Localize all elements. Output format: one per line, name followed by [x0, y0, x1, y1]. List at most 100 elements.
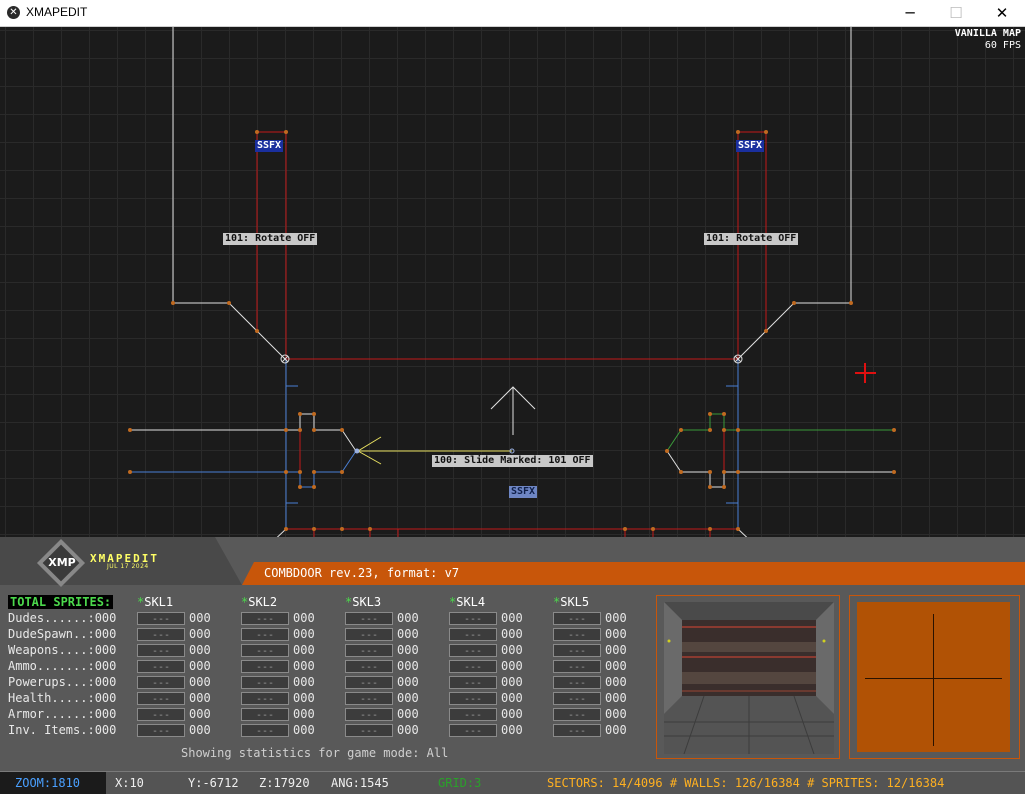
skill-count-value: 000 [501, 659, 523, 673]
sprite-point-left [354, 448, 360, 454]
skill-header-4: *SKL4 [449, 595, 486, 609]
ssfx-sprite-label-center[interactable]: SSFX [509, 486, 538, 498]
skill-count-value: 000 [397, 659, 419, 673]
cursor-crosshair-icon [855, 363, 876, 383]
skill-count-value: 000 [605, 643, 627, 657]
skill-count-box: --- [553, 724, 601, 737]
sector-tag-label-left[interactable]: 101: Rotate OFF [223, 233, 318, 245]
sector-tag-label-right[interactable]: 101: Rotate OFF [704, 233, 799, 245]
wall-red-right-column [737, 131, 767, 359]
skill-count-value: 000 [397, 643, 419, 657]
wall-right-door-white [666, 450, 894, 488]
skill-count-value: 000 [189, 707, 211, 721]
skill-count-value: 000 [293, 627, 315, 641]
skill-count-value: 000 [501, 643, 523, 657]
skill-count-box: --- [345, 708, 393, 721]
stat-row-label: Armor......:000 [8, 707, 117, 721]
skill-count-box: --- [241, 708, 289, 721]
skill-count-box: --- [449, 612, 497, 625]
close-button[interactable]: ✕ [979, 0, 1025, 26]
stats-title: TOTAL SPRITES: [8, 595, 114, 609]
skill-count-box: --- [553, 660, 601, 673]
skill-count-value: 000 [605, 611, 627, 625]
skill-count-value: 000 [605, 691, 627, 705]
skill-count-box: --- [241, 644, 289, 657]
skill-count-box: --- [241, 676, 289, 689]
logo-date: JUL 17 2024 [107, 563, 149, 570]
stat-row-label: Inv. Items.:000 [8, 723, 117, 737]
view3d-preview[interactable] [664, 602, 834, 754]
x-readout: X:10 [115, 776, 144, 790]
skill-count-value: 000 [605, 675, 627, 689]
minimap-crosshair-v [933, 614, 934, 746]
skill-count-box: --- [345, 628, 393, 641]
skill-count-value: 000 [189, 659, 211, 673]
skill-count-value: 000 [293, 611, 315, 625]
skill-count-box: --- [449, 660, 497, 673]
map-info-bar: COMBDOOR rev.23, format: v7 [242, 562, 1025, 585]
skill-count-box: --- [553, 644, 601, 657]
skill-count-box: --- [449, 724, 497, 737]
skill-count-box: --- [241, 660, 289, 673]
skill-count-box: --- [345, 692, 393, 705]
game-mode-info: Showing statistics for game mode: All [181, 746, 449, 760]
skill-count-value: 000 [293, 691, 315, 705]
stat-row-label: Powerups...:000 [8, 675, 117, 689]
map-geometry[interactable] [0, 27, 1025, 563]
skill-count-box: --- [137, 660, 185, 673]
map-2d-view[interactable]: VANILLA MAP 60 FPS SSFX SSFX 101: Rotate… [0, 27, 1025, 563]
skill-count-value: 000 [605, 723, 627, 737]
wall-outer-left [172, 27, 286, 360]
skill-count-box: --- [553, 692, 601, 705]
skill-header-3: *SKL3 [345, 595, 382, 609]
wall-outer-right [737, 27, 852, 360]
stat-row-label: DudeSpawn..:000 [8, 627, 117, 641]
maximize-button[interactable]: ☐ [933, 0, 979, 26]
skill-header-2: *SKL2 [241, 595, 278, 609]
skill-count-value: 000 [501, 611, 523, 625]
logo-text: XMP [48, 556, 76, 569]
y-readout: Y:-6712 [188, 776, 239, 790]
stat-row-label: Weapons....:000 [8, 643, 117, 657]
skill-count-box: --- [137, 692, 185, 705]
skill-count-box: --- [553, 708, 601, 721]
fps-counter: 60 FPS [984, 40, 1021, 51]
wall-left-door-white [130, 413, 357, 452]
stat-row-label: Ammo.......:000 [8, 659, 117, 673]
skill-count-box: --- [345, 676, 393, 689]
skill-count-box: --- [345, 612, 393, 625]
wall-red-left-column [256, 131, 287, 359]
angle-readout: ANG:1545 [331, 776, 389, 790]
ssfx-sprite-label-right[interactable]: SSFX [736, 140, 765, 152]
stat-row-label: Health.....:000 [8, 691, 117, 705]
skill-count-box: --- [241, 628, 289, 641]
stat-row-label: Dudes......:000 [8, 611, 117, 625]
z-readout: Z:17920 [259, 776, 310, 790]
skill-count-box: --- [137, 644, 185, 657]
wall-left-door-blue [130, 450, 357, 488]
zoom-readout: ZOOM:1810 [0, 772, 106, 794]
skill-count-value: 000 [605, 627, 627, 641]
skill-count-box: --- [345, 644, 393, 657]
map-counts: SECTORS: 14/4096 # WALLS: 126/16384 # SP… [547, 776, 945, 790]
skill-count-box: --- [137, 676, 185, 689]
skill-count-value: 000 [501, 675, 523, 689]
skill-count-box: --- [241, 724, 289, 737]
skill-count-value: 000 [605, 707, 627, 721]
slide-tag-label[interactable]: 100: Slide Marked: 101 OFF [432, 455, 593, 467]
skill-count-box: --- [553, 676, 601, 689]
wall-right-door-green [666, 413, 894, 452]
window-title: XMAPEDIT [26, 5, 88, 19]
info-panel: XMP XMAPEDIT JUL 17 2024 COMBDOOR rev.23… [0, 537, 1025, 771]
skill-count-box: --- [449, 628, 497, 641]
skill-count-value: 000 [293, 707, 315, 721]
skill-count-box: --- [449, 644, 497, 657]
minimap[interactable] [857, 602, 1010, 752]
skill-count-box: --- [449, 708, 497, 721]
ssfx-sprite-label-left[interactable]: SSFX [255, 140, 284, 152]
skill-count-value: 000 [293, 675, 315, 689]
skill-count-value: 000 [189, 643, 211, 657]
minimize-button[interactable]: ─ [887, 0, 933, 26]
skill-count-value: 000 [189, 723, 211, 737]
skill-count-value: 000 [397, 691, 419, 705]
